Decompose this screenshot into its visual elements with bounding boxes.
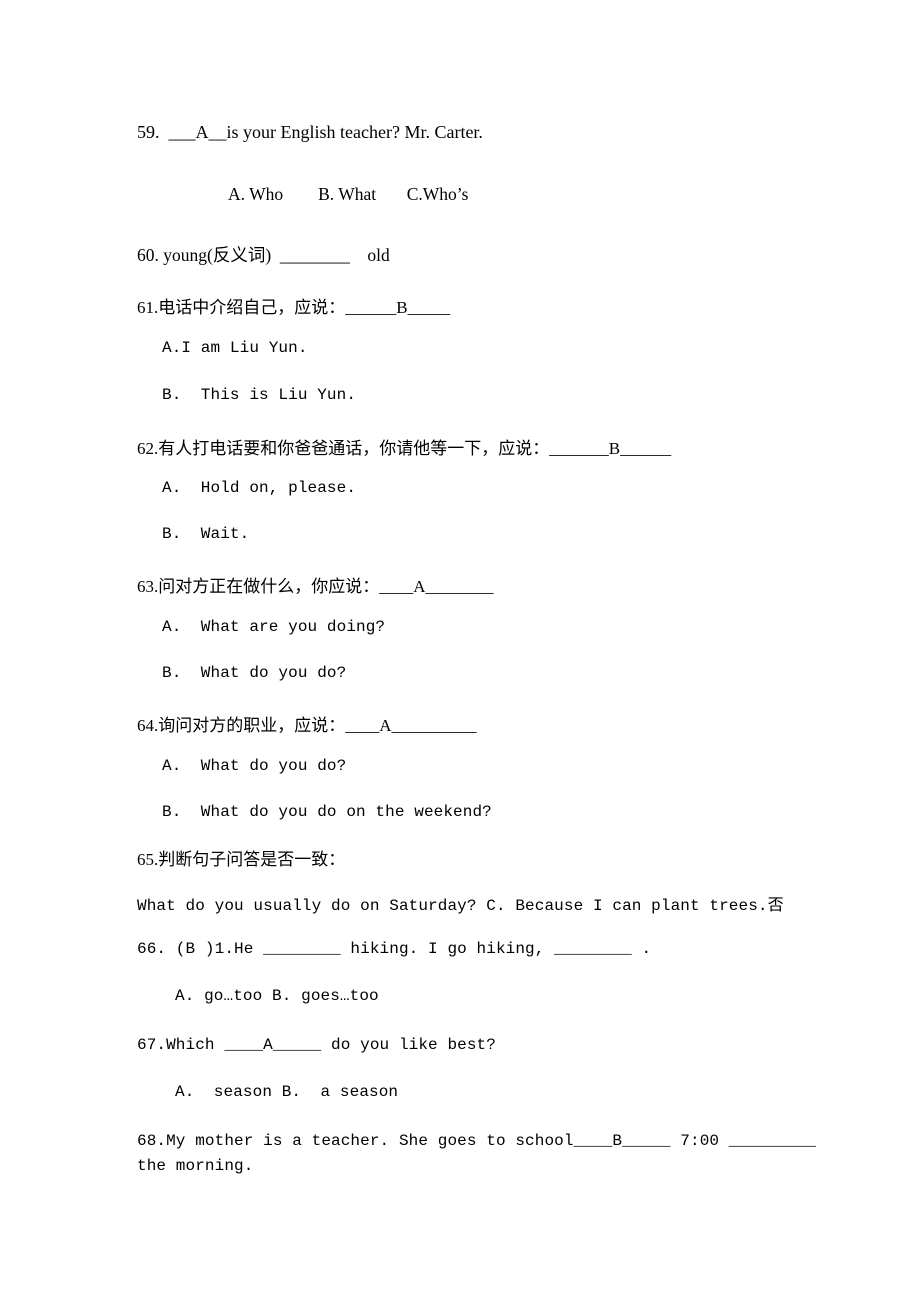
question-68-stem-line2: the morning. [137,1157,254,1175]
question-59-options: A. Who B. What C.Who’s [228,184,469,204]
question-67-options: A. season B. a season [175,1083,399,1101]
question-67-stem: 67.Which ____A_____ do you like best? [137,1036,496,1054]
question-63-stem: 63.问对方正在做什么，你应说：____A________ [137,577,494,596]
question-60-stem: 60. young(反义词) ________ old [137,245,390,265]
question-63-option-a: A. What are you doing? [162,618,386,636]
question-64-stem: 64.询问对方的职业，应说：____A__________ [137,716,477,735]
question-62-option-a: A. Hold on, please. [162,479,357,497]
question-66-stem: 66. (B )1.He ________ hiking. I go hikin… [137,940,652,958]
question-62-stem: 62.有人打电话要和你爸爸通话，你请他等一下，应说：_______B______ [137,439,672,458]
question-61-option-a: A.I am Liu Yun. [162,339,308,357]
question-68-stem: 68.My mother is a teacher. She goes to s… [137,1132,817,1150]
question-61-option-b: B. This is Liu Yun. [162,386,357,404]
question-64-option-a: A. What do you do? [162,757,347,775]
question-59-stem: 59. ___A__is your English teacher? Mr. C… [137,122,483,142]
question-61-stem: 61.电话中介绍自己，应说：______B_____ [137,298,451,317]
question-66-options: A. go…too B. goes…too [175,987,379,1005]
question-65-stem: 65.判断句子问答是否一致： [137,850,346,869]
question-64-option-b: B. What do you do on the weekend? [162,803,492,821]
question-62-option-b: B. Wait. [162,525,250,543]
question-63-option-b: B. What do you do? [162,664,347,682]
question-65-body: What do you usually do on Saturday? C. B… [137,897,784,915]
worksheet-page: 59. ___A__is your English teacher? Mr. C… [0,0,920,1302]
